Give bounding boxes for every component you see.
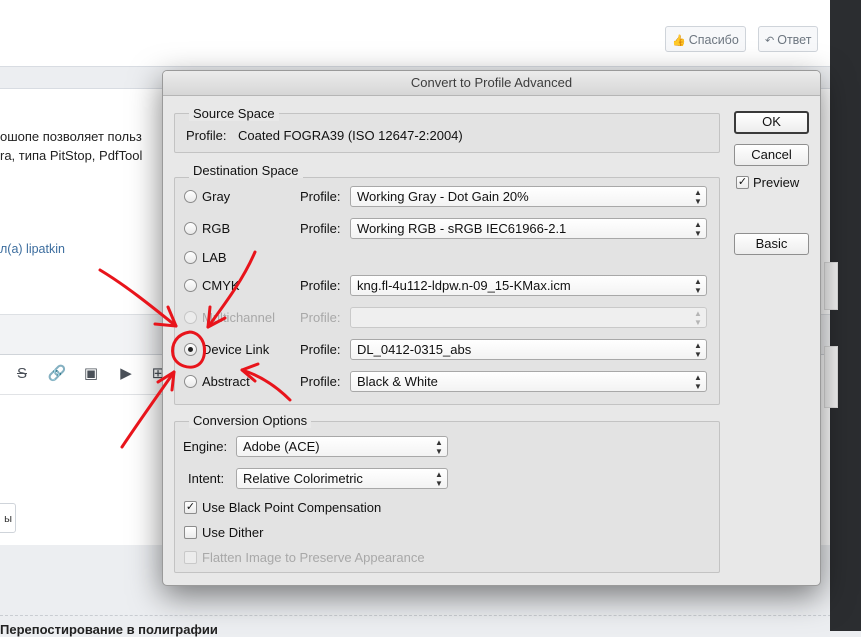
multichannel-label: Multichannel: [202, 310, 275, 325]
preview-label: Preview: [753, 175, 800, 190]
lab-label: LAB: [202, 250, 227, 265]
stepper-arrows-icon: ▲ ▼: [694, 220, 702, 238]
multichannel-profile-label: Profile:: [300, 310, 341, 325]
editor-submit-button[interactable]: ы: [0, 503, 16, 533]
basic-button[interactable]: Basic: [734, 233, 809, 255]
rgb-profile-label: Profile:: [300, 221, 341, 236]
thanks-button[interactable]: 👍 Спасибо: [665, 26, 746, 52]
source-profile-label: Profile:: [186, 128, 227, 143]
gray-profile-select[interactable]: Working Gray - Dot Gain 20% ▲ ▼: [350, 186, 707, 207]
abstract-profile-select[interactable]: Black & White ▲ ▼: [350, 371, 707, 392]
ok-button[interactable]: OK: [734, 111, 809, 134]
strikethrough-icon[interactable]: S: [12, 364, 32, 384]
abstract-radio[interactable]: [184, 375, 197, 388]
post-text-line: ошопе позволяет польз: [0, 129, 142, 144]
rgb-profile-select[interactable]: Working RGB - sRGB IEC61966-2.1 ▲ ▼: [350, 218, 707, 239]
stepper-arrows-icon: ▲ ▼: [694, 373, 702, 391]
flatten-checkbox: [184, 551, 197, 564]
intent-label: Intent:: [188, 471, 225, 486]
convert-to-profile-dialog: Convert to Profile Advanced Source Space…: [162, 70, 821, 586]
device-link-label: Device Link: [202, 342, 270, 357]
abstract-label: Abstract: [202, 374, 250, 389]
lab-radio[interactable]: [184, 251, 197, 264]
gray-profile-label: Profile:: [300, 189, 341, 204]
stepper-arrows-icon: ▲ ▼: [694, 309, 702, 327]
stepper-arrows-icon: ▲ ▼: [694, 277, 702, 295]
divider: [0, 615, 861, 616]
cancel-button[interactable]: Cancel: [734, 144, 809, 166]
gray-label: Gray: [202, 189, 231, 204]
rgb-label: RGB: [202, 221, 231, 236]
thumbs-up-icon: 👍: [672, 35, 686, 47]
flatten-label: Flatten Image to Preserve Appearance: [202, 550, 425, 565]
stepper-arrows-icon: ▲ ▼: [435, 438, 443, 456]
section-heading: Перепостирование в полиграфии: [0, 622, 218, 637]
cmyk-profile-select[interactable]: kng.fl-4u112-ldpw.n-09_15-KMax.icm ▲ ▼: [350, 275, 707, 296]
image-icon[interactable]: ▣: [81, 364, 101, 384]
multichannel-profile-select: ▲ ▼: [350, 307, 707, 328]
device-link-profile-label: Profile:: [300, 342, 341, 357]
use-dither-label: Use Dither: [202, 525, 264, 540]
dialog-title: Convert to Profile Advanced: [163, 71, 820, 96]
preview-checkbox[interactable]: ✓: [736, 176, 749, 189]
engine-label: Engine:: [183, 439, 228, 454]
gray-radio[interactable]: [184, 190, 197, 203]
cmyk-profile-label: Profile:: [300, 278, 341, 293]
conversion-options-title: Conversion Options: [189, 413, 312, 428]
intent-select[interactable]: Relative Colorimetric ▲ ▼: [236, 468, 448, 489]
editor-toolbar: S 🔗 ▣ ▶ ⊞: [0, 354, 170, 395]
side-widget: [824, 346, 838, 408]
reply-icon: ↶: [765, 35, 775, 47]
post-text-line: ra, типа PitStop, PdfTool: [0, 148, 143, 163]
link-icon[interactable]: 🔗: [47, 364, 67, 384]
cmyk-radio[interactable]: [184, 279, 197, 292]
device-link-profile-select[interactable]: DL_0412-0315_abs ▲ ▼: [350, 339, 707, 360]
source-profile-value: Coated FOGRA39 (ISO 12647-2:2004): [238, 128, 463, 143]
cmyk-label: CMYK: [202, 278, 240, 293]
rgb-radio[interactable]: [184, 222, 197, 235]
video-icon[interactable]: ▶: [116, 364, 136, 384]
device-link-radio[interactable]: [184, 343, 197, 356]
stepper-arrows-icon: ▲ ▼: [694, 188, 702, 206]
destination-space-title: Destination Space: [189, 163, 303, 178]
stepper-arrows-icon: ▲ ▼: [435, 470, 443, 488]
right-dark-panel: [830, 0, 861, 631]
use-dither-checkbox[interactable]: [184, 526, 197, 539]
abstract-profile-label: Profile:: [300, 374, 341, 389]
author-link[interactable]: л(а) lipatkin: [0, 242, 65, 256]
side-widget: [824, 262, 838, 310]
multichannel-radio: [184, 311, 197, 324]
black-point-checkbox[interactable]: ✓: [184, 501, 197, 514]
stepper-arrows-icon: ▲ ▼: [694, 341, 702, 359]
black-point-label: Use Black Point Compensation: [202, 500, 382, 515]
engine-select[interactable]: Adobe (ACE) ▲ ▼: [236, 436, 448, 457]
reply-button[interactable]: ↶ Ответ: [758, 26, 819, 52]
source-space-title: Source Space: [189, 106, 279, 121]
